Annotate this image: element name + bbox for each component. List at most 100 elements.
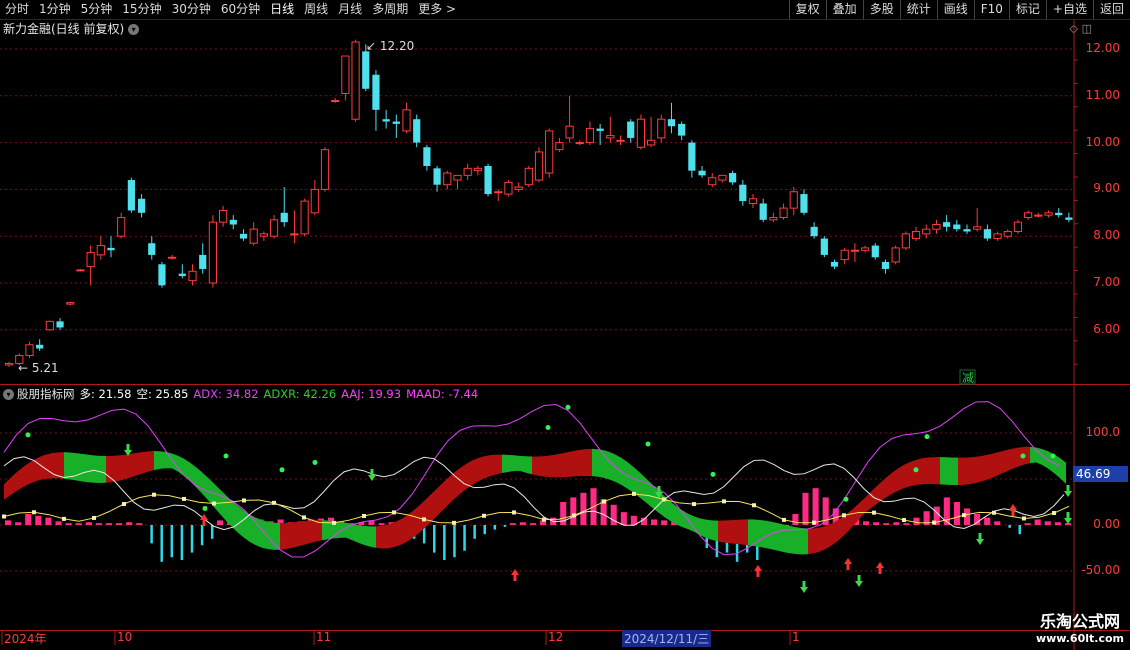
trend-ribbon bbox=[592, 448, 598, 477]
trend-ribbon bbox=[202, 472, 208, 501]
trend-ribbon bbox=[286, 522, 292, 550]
indicator-bar bbox=[136, 523, 143, 525]
trend-ribbon bbox=[508, 454, 514, 472]
maad-dot bbox=[302, 515, 306, 520]
trend-ribbon bbox=[1006, 448, 1012, 472]
trend-ribbon bbox=[28, 459, 34, 485]
maad-dot bbox=[1022, 516, 1026, 521]
candle-body bbox=[983, 229, 991, 239]
trend-ribbon bbox=[946, 457, 952, 486]
trend-ribbon bbox=[556, 453, 562, 478]
candle-body bbox=[688, 142, 696, 171]
maad-dot bbox=[512, 510, 516, 515]
indicator-values: 多: 21.58 空: 25.85 ADX: 34.82 ADXR: 42.26 AAJ… bbox=[80, 387, 484, 401]
arrow-down-icon bbox=[976, 533, 984, 545]
trend-ribbon bbox=[880, 477, 886, 502]
trend-ribbon bbox=[934, 457, 940, 485]
trend-ribbon bbox=[784, 524, 790, 554]
chart-canvas[interactable]: ↙ 12.20 ← 5.21 减 bbox=[0, 0, 1130, 650]
candle-body bbox=[555, 142, 564, 151]
candle-body bbox=[96, 245, 105, 256]
candle-body bbox=[310, 188, 319, 214]
trend-ribbon bbox=[724, 520, 730, 544]
candle-body bbox=[25, 344, 34, 357]
candle-body bbox=[993, 233, 1002, 240]
signal-dot bbox=[545, 424, 551, 430]
candle-body bbox=[158, 264, 166, 286]
price-axis-label: 8.00 bbox=[1093, 228, 1120, 243]
candle-body bbox=[473, 167, 482, 172]
trend-ribbon bbox=[34, 456, 40, 482]
candle-body bbox=[810, 226, 818, 237]
candle-body bbox=[657, 118, 666, 139]
indicator-bar bbox=[95, 523, 102, 525]
maad-dot bbox=[272, 500, 276, 505]
trend-ribbon bbox=[136, 452, 142, 476]
indicator-value: AAJ: 19.93 bbox=[341, 387, 402, 401]
price-axis-label: 7.00 bbox=[1093, 275, 1120, 289]
maad-dot bbox=[1052, 511, 1056, 516]
indicator-bar bbox=[1034, 519, 1041, 525]
trend-ribbon bbox=[520, 455, 526, 473]
trend-ribbon bbox=[982, 454, 988, 482]
candle-body bbox=[443, 172, 452, 186]
trend-ribbon bbox=[388, 522, 394, 549]
arrow-down-icon bbox=[800, 581, 808, 593]
trend-ribbon bbox=[16, 467, 22, 492]
indicator-value: MAAD: -7.44 bbox=[406, 387, 479, 401]
trend-ribbon bbox=[892, 468, 898, 494]
candle-body bbox=[484, 166, 492, 195]
candle-body bbox=[1065, 217, 1073, 220]
arrow-down-icon bbox=[855, 575, 863, 587]
indicator-axis-label: 100.0 bbox=[1085, 425, 1120, 439]
maad-dot bbox=[542, 517, 546, 522]
maad-dot bbox=[602, 499, 606, 504]
indicator-bar bbox=[116, 523, 123, 525]
trend-ribbon bbox=[568, 450, 574, 477]
trend-ribbon bbox=[472, 458, 478, 486]
trend-ribbon bbox=[898, 464, 904, 491]
candle-body bbox=[524, 167, 533, 186]
trend-ribbon bbox=[46, 453, 52, 479]
candle-body bbox=[748, 198, 758, 204]
candle-body bbox=[66, 302, 75, 305]
high-annotation: ↙ 12.20 bbox=[366, 39, 414, 53]
candle-body bbox=[963, 229, 971, 232]
trend-ribbon bbox=[832, 520, 838, 546]
chevron-down-icon[interactable]: ▾ bbox=[3, 389, 14, 400]
indicator-bar bbox=[473, 525, 476, 539]
candle-body bbox=[433, 168, 441, 185]
indicator-bar bbox=[1024, 523, 1031, 525]
indicator-bar bbox=[433, 525, 436, 553]
indicator-value: 多: 21.58 bbox=[79, 387, 132, 401]
trend-ribbon bbox=[4, 478, 10, 500]
trend-ribbon bbox=[730, 519, 736, 544]
trend-ribbon bbox=[826, 523, 832, 549]
indicator-bar bbox=[1018, 525, 1021, 535]
candle-body bbox=[269, 219, 279, 237]
trend-ribbon bbox=[928, 457, 934, 485]
indicator-bar bbox=[493, 525, 497, 530]
signal-dot bbox=[645, 441, 651, 447]
indicator-bar bbox=[1008, 525, 1011, 528]
trend-ribbon bbox=[688, 513, 694, 532]
candle-body bbox=[1024, 212, 1033, 218]
signal-dot bbox=[913, 467, 919, 473]
trend-ribbon bbox=[952, 457, 958, 486]
arrow-up-icon bbox=[876, 562, 884, 574]
trend-ribbon bbox=[82, 453, 88, 483]
arrow-up-icon bbox=[844, 558, 852, 570]
trend-ribbon bbox=[268, 521, 274, 550]
indicator-axis-label: 0.00 bbox=[1093, 517, 1120, 531]
signal-dot bbox=[312, 459, 318, 465]
trend-ribbon bbox=[394, 519, 400, 548]
candle-body bbox=[901, 233, 910, 249]
candle-body bbox=[922, 228, 931, 235]
candle-body bbox=[320, 149, 330, 190]
indicator-bar bbox=[863, 521, 870, 525]
candle-body bbox=[249, 228, 258, 244]
trend-ribbon bbox=[88, 454, 94, 483]
maad-dot bbox=[482, 513, 486, 518]
trend-ribbon bbox=[100, 455, 106, 484]
indicator-bar bbox=[216, 520, 224, 525]
